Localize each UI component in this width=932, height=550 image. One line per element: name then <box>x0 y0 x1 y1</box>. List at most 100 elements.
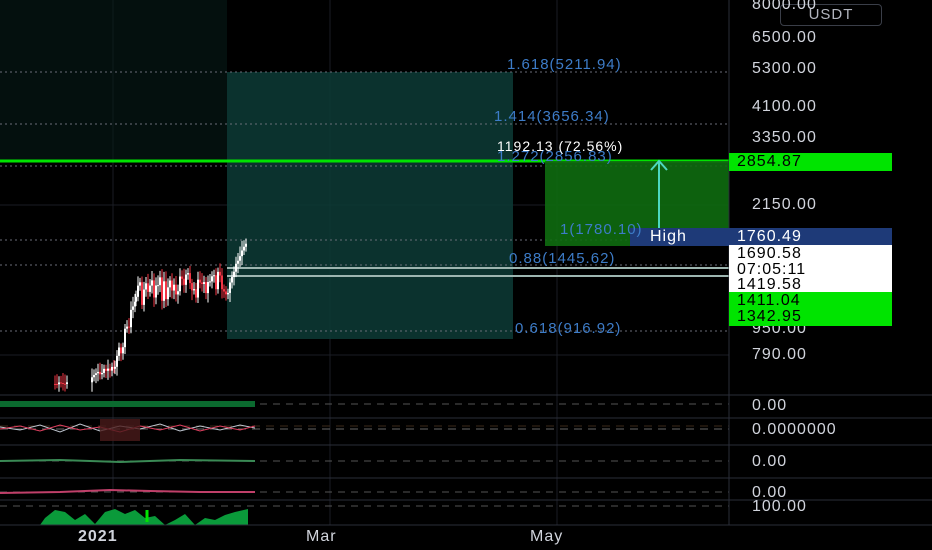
candle-body <box>219 271 221 276</box>
candle-body <box>91 377 93 383</box>
candle-body <box>66 382 68 385</box>
candle-body <box>199 279 201 283</box>
time-axis-label: May <box>530 528 564 545</box>
candle-body <box>155 285 157 298</box>
candle-body <box>217 271 219 290</box>
fib-retracement-zone[interactable] <box>227 72 513 339</box>
candle-body <box>173 284 175 291</box>
candle-body <box>101 372 103 375</box>
candlestick-series <box>54 238 247 392</box>
high-price-tag: 1760.49 <box>729 228 892 246</box>
candle-body <box>143 289 145 305</box>
candle-body <box>207 281 209 294</box>
time-axis-label: Mar <box>306 528 337 545</box>
candle-body <box>151 280 153 286</box>
price-tick: 5300.00 <box>752 60 817 77</box>
candle-body <box>135 296 137 302</box>
candle-body <box>179 276 181 292</box>
candle-body <box>126 326 128 329</box>
candle-body <box>187 273 189 275</box>
candle-body <box>58 382 60 385</box>
candle-body <box>109 368 111 371</box>
candle-body <box>225 291 227 295</box>
candle-body <box>149 285 151 292</box>
price-tick: 4100.00 <box>752 98 817 115</box>
price-tick: 3350.00 <box>752 129 817 146</box>
candle-body <box>147 283 149 292</box>
candle-body <box>213 275 215 277</box>
candle-body <box>183 278 185 285</box>
candle-body <box>239 256 241 261</box>
price-tick: 6500.00 <box>752 29 817 46</box>
candle-body <box>227 292 229 295</box>
candle-body <box>103 368 105 373</box>
candle-body <box>193 289 195 291</box>
indicator-axis-label: 0.00 <box>752 397 788 414</box>
candle-body <box>165 281 167 300</box>
candle-body <box>153 280 155 298</box>
candle-body <box>97 371 99 374</box>
candle-body <box>241 250 243 257</box>
candle-body <box>195 289 197 298</box>
candle-body <box>203 282 205 284</box>
candle-body <box>139 282 141 286</box>
candle-body <box>243 246 245 251</box>
candle-body <box>205 282 207 294</box>
candle-body <box>64 383 66 385</box>
candle-body <box>107 368 109 371</box>
candle-body <box>132 306 134 310</box>
fib-label: 1(1780.10) <box>560 221 643 238</box>
candle-body <box>54 383 56 385</box>
measure-label: 1192.13 (72.56%) <box>497 138 624 154</box>
candle-body <box>124 328 126 348</box>
indicator-axis-label: 0.0000000 <box>752 421 837 438</box>
candle-body <box>177 291 179 295</box>
candle-body <box>175 284 177 295</box>
candle-body <box>159 277 161 286</box>
candle-body <box>229 282 231 291</box>
candle-body <box>145 283 147 290</box>
support-price-tag-2: 1342.95 <box>729 308 892 326</box>
indicator-axis-label: 0.00 <box>752 453 788 470</box>
candle-body <box>221 275 223 290</box>
candle-body <box>163 281 165 301</box>
candle-body <box>122 347 124 354</box>
fib-label: 0.88(1445.62) <box>509 250 616 267</box>
candle-body <box>111 366 113 371</box>
candle-body <box>128 326 130 328</box>
candle-body <box>209 281 211 283</box>
candle-body <box>105 368 107 371</box>
candle-body <box>157 285 159 287</box>
candle-body <box>211 276 213 282</box>
candle-body <box>167 287 169 300</box>
candle-body <box>120 347 122 354</box>
candle-body <box>56 383 58 385</box>
candle-body <box>141 282 143 305</box>
candle-body <box>181 276 183 279</box>
price-tick: 790.00 <box>752 346 807 363</box>
candle-body <box>99 371 101 375</box>
candle-body <box>245 243 247 247</box>
candle-body <box>60 382 62 384</box>
price-tick: 8000.00 <box>752 0 817 13</box>
candle-body <box>116 355 118 367</box>
indicator-axis-label: 100.00 <box>752 498 807 515</box>
candle-body <box>191 283 193 291</box>
candle-body <box>237 260 239 264</box>
fib-extension-zone <box>0 0 227 160</box>
candle-body <box>233 271 235 278</box>
fib-label: 1.618(5211.94) <box>507 56 622 73</box>
candle-body <box>189 273 191 284</box>
fib-label: 0.618(916.92) <box>515 320 622 337</box>
candle-body <box>169 280 171 288</box>
candle-body <box>223 289 225 292</box>
high-label: High <box>630 228 729 246</box>
candle-body <box>130 309 132 328</box>
candle-body <box>93 374 95 378</box>
candle-body <box>171 280 173 291</box>
candle-body <box>118 347 120 356</box>
time-axis-label: 2021 <box>78 528 118 545</box>
candle-body <box>215 275 217 290</box>
candle-body <box>231 277 233 283</box>
target-price-tag: 2854.87 <box>729 153 892 171</box>
